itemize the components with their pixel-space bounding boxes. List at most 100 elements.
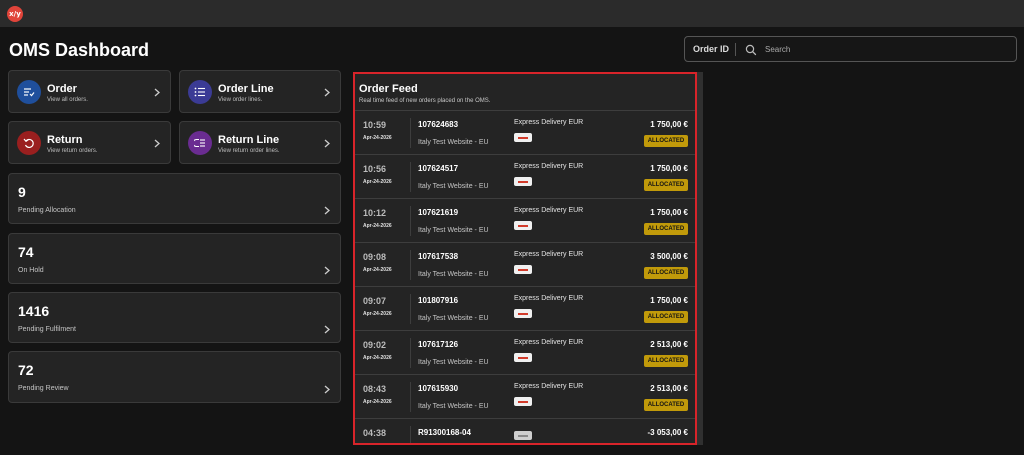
carrier-logo-icon <box>514 265 532 274</box>
pending-review-card[interactable]: 72 Pending Review <box>8 351 341 403</box>
order-feed-row[interactable]: 04:38 R91300168-04 -3 053,00 € <box>355 418 695 443</box>
order-channel: Italy Test Website - EU <box>418 139 489 146</box>
top-bar: x/y <box>0 0 1024 27</box>
chevron-right-icon <box>154 139 160 148</box>
chevron-right-icon <box>324 139 330 148</box>
order-amount: 1 750,00 € <box>650 120 688 129</box>
order-amount: 1 750,00 € <box>650 164 688 173</box>
order-id[interactable]: 107617538 <box>418 252 458 261</box>
order-feed-scrollbar[interactable] <box>697 72 703 445</box>
order-amount: 2 513,00 € <box>650 384 688 393</box>
order-date: Apr-24-2026 <box>363 399 392 405</box>
shipping-method: Express Delivery EUR <box>514 163 584 170</box>
order-time: 10:12 <box>363 208 387 218</box>
carrier-logo-icon <box>514 397 532 406</box>
order-time: 09:02 <box>363 340 387 350</box>
chevron-right-icon <box>324 325 330 334</box>
status-badge: ALLOCATED <box>644 355 688 367</box>
search-mode-selector[interactable]: Order ID <box>693 44 729 54</box>
order-tile-title: Order <box>47 83 77 95</box>
order-id[interactable]: 107624517 <box>418 164 458 173</box>
return-line-tile[interactable]: Return Line View return order lines. <box>179 121 341 164</box>
row-divider <box>410 206 411 236</box>
order-amount: 2 513,00 € <box>650 340 688 349</box>
pending-review-count: 72 <box>18 362 34 378</box>
order-channel: Italy Test Website - EU <box>418 315 489 322</box>
row-divider <box>410 294 411 324</box>
bulleted-list-icon <box>188 80 212 104</box>
order-tile[interactable]: Order View all orders. <box>8 70 171 113</box>
search-input[interactable] <box>765 41 1005 58</box>
order-feed-row[interactable]: 10:59 Apr-24-2026 107624683 Italy Test Webs… <box>355 110 695 154</box>
return-line-tile-title: Return Line <box>218 134 280 146</box>
chevron-right-icon <box>324 266 330 275</box>
row-divider <box>410 118 411 148</box>
order-channel: Italy Test Website - EU <box>418 271 489 278</box>
on-hold-card[interactable]: 74 On Hold <box>8 233 341 284</box>
search-divider <box>735 43 736 56</box>
order-id[interactable]: 101807916 <box>418 296 458 305</box>
pending-fulfilment-card[interactable]: 1416 Pending Fulfilment <box>8 292 341 343</box>
pending-allocation-count: 9 <box>18 184 26 200</box>
order-feed-row[interactable]: 09:07 Apr-24-2026 101807916 Italy Test Webs… <box>355 286 695 330</box>
status-badge: ALLOCATED <box>644 135 688 147</box>
order-feed-subtitle: Real time feed of new orders placed on t… <box>359 98 491 104</box>
carrier-logo-icon <box>514 353 532 362</box>
order-line-tile-title: Order Line <box>218 83 274 95</box>
order-date: Apr-24-2026 <box>363 267 392 273</box>
carrier-logo-icon <box>514 431 532 440</box>
pending-fulfilment-label: Pending Fulfilment <box>18 326 76 333</box>
pending-fulfilment-count: 1416 <box>18 303 50 319</box>
carrier-logo-icon <box>514 133 532 142</box>
order-time: 09:07 <box>363 296 387 306</box>
order-feed-row[interactable]: 08:43 Apr-24-2026 107615930 Italy Test Webs… <box>355 374 695 418</box>
order-feed-row[interactable]: 09:02 Apr-24-2026 107617126 Italy Test Webs… <box>355 330 695 374</box>
pending-allocation-label: Pending Allocation <box>18 207 76 214</box>
row-divider <box>410 162 411 192</box>
app-logo[interactable]: x/y <box>7 6 23 22</box>
status-badge: ALLOCATED <box>644 311 688 323</box>
pending-allocation-card[interactable]: 9 Pending Allocation <box>8 173 341 224</box>
shipping-method: Express Delivery EUR <box>514 295 584 302</box>
order-date: Apr-24-2026 <box>363 355 392 361</box>
return-tile-subtitle: View return orders. <box>47 148 98 154</box>
return-arrow-icon <box>17 131 41 155</box>
chevron-right-icon <box>324 88 330 97</box>
order-channel: Italy Test Website - EU <box>418 183 489 190</box>
shipping-method: Express Delivery EUR <box>514 339 584 346</box>
return-tile[interactable]: Return View return orders. <box>8 121 171 164</box>
order-id[interactable]: R91300168-04 <box>418 428 471 437</box>
order-id[interactable]: 107615930 <box>418 384 458 393</box>
order-amount: 3 500,00 € <box>650 252 688 261</box>
on-hold-count: 74 <box>18 244 34 260</box>
order-id[interactable]: 107617126 <box>418 340 458 349</box>
order-time: 08:43 <box>363 384 387 394</box>
list-check-icon <box>17 80 41 104</box>
chevron-right-icon <box>154 88 160 97</box>
order-feed-row[interactable]: 10:56 Apr-24-2026 107624517 Italy Test Webs… <box>355 154 695 198</box>
shipping-method: Express Delivery EUR <box>514 251 584 258</box>
status-badge: ALLOCATED <box>644 223 688 235</box>
row-divider <box>410 426 411 443</box>
order-feed-row[interactable]: 09:08 Apr-24-2026 107617538 Italy Test Webs… <box>355 242 695 286</box>
order-feed-panel: Order Feed Real time feed of new orders … <box>353 72 697 445</box>
order-channel: Italy Test Website - EU <box>418 359 489 366</box>
order-search-bar[interactable]: Order ID <box>684 36 1017 62</box>
order-id[interactable]: 107624683 <box>418 120 458 129</box>
shipping-method: Express Delivery EUR <box>514 119 584 126</box>
on-hold-label: On Hold <box>18 267 44 274</box>
status-badge: ALLOCATED <box>644 267 688 279</box>
order-time: 10:59 <box>363 120 387 130</box>
order-amount: 1 750,00 € <box>650 208 688 217</box>
order-date: Apr-24-2026 <box>363 223 392 229</box>
pending-review-label: Pending Review <box>18 385 69 392</box>
order-date: Apr-24-2026 <box>363 179 392 185</box>
order-line-tile[interactable]: Order Line View order lines. <box>179 70 341 113</box>
carrier-logo-icon <box>514 177 532 186</box>
order-feed-title: Order Feed <box>359 83 418 95</box>
order-id[interactable]: 107621619 <box>418 208 458 217</box>
order-line-tile-subtitle: View order lines. <box>218 97 263 103</box>
order-date: Apr-24-2026 <box>363 311 392 317</box>
order-feed-row[interactable]: 10:12 Apr-24-2026 107621619 Italy Test Webs… <box>355 198 695 242</box>
order-channel: Italy Test Website - EU <box>418 227 489 234</box>
